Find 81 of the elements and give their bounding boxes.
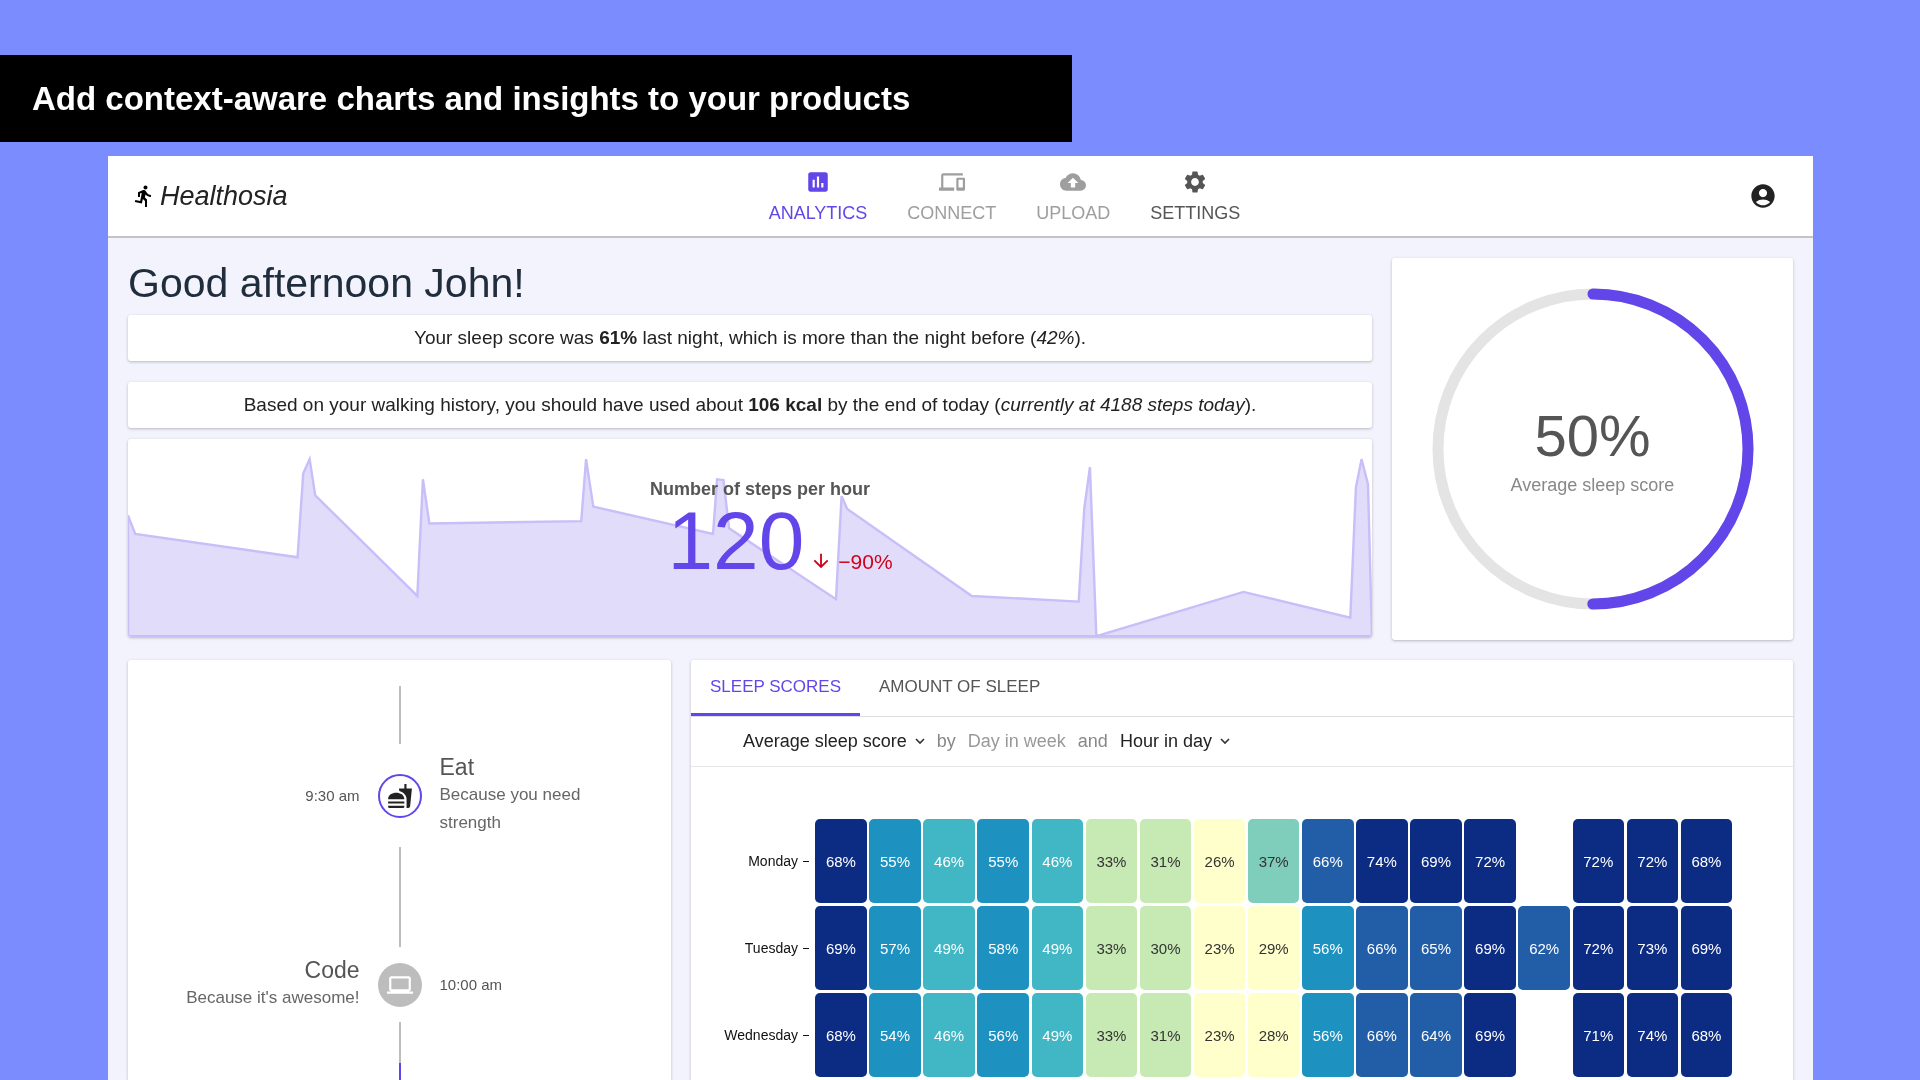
heatmap-cell: 56% — [1302, 993, 1354, 1077]
event-time: 9:30 am — [305, 787, 360, 804]
insight-text: Based on your walking history, you should have used about 106 kcal by the end of today (currently at 4188 steps today). — [243, 394, 1257, 416]
heatmap-cell: 64% — [1410, 993, 1462, 1077]
chevron-down-icon — [1219, 738, 1230, 745]
query-dropdown[interactable]: Average sleep score — [743, 731, 925, 752]
chevron-down-icon — [914, 738, 925, 745]
heatmap-cell: 33% — [1085, 906, 1138, 990]
heatmap-cell: 65% — [1410, 906, 1462, 990]
gauge-label: Average sleep score — [1510, 475, 1675, 496]
heatmap-cell: 57% — [869, 906, 921, 990]
query-connector: by — [936, 731, 956, 752]
heatmap-cell: 73% — [1626, 906, 1679, 990]
heatmap-cell: 71% — [1572, 993, 1624, 1077]
heatmap-cell: 66% — [1356, 906, 1408, 990]
gauge-value: 50% — [1534, 402, 1651, 469]
headline-banner: Add context-aware charts and insights to your products — [0, 55, 1072, 142]
heatmap-cell: 69% — [1680, 906, 1733, 990]
heatmap-cell: 69% — [1410, 819, 1462, 903]
heatmap-cell: 49% — [923, 906, 975, 990]
heatmap-cell: 26% — [1193, 819, 1246, 903]
steps-title: Number of steps per hour — [650, 479, 870, 500]
heatmap-cell: 33% — [1085, 819, 1138, 903]
query-dropdown[interactable]: Hour in day — [1119, 731, 1230, 752]
heatmap-cell: 74% — [1626, 993, 1679, 1077]
heatmap-cell: 69% — [1464, 906, 1516, 990]
query-dimension: Day in week — [967, 731, 1066, 752]
heatmap-cell: 31% — [1139, 819, 1192, 903]
heatmap-cell: 68% — [815, 819, 867, 903]
greeting-title: Good afternoon John! — [128, 260, 526, 307]
heatmap-cell: 46% — [923, 993, 975, 1077]
event-title: Code — [304, 957, 360, 984]
row-label: Tuesday — [743, 940, 798, 956]
nav-tab[interactable]: SETTINGS — [1148, 164, 1243, 228]
fast-food-icon — [386, 782, 413, 809]
heatmap-cell: 23% — [1193, 906, 1246, 990]
event-title: Eat — [439, 754, 475, 781]
event-time: 10:00 am — [439, 976, 503, 993]
heatmap-cell: 68% — [815, 993, 867, 1077]
heatmap-cell: 72% — [1464, 819, 1516, 903]
heatmap-cell: 49% — [1031, 993, 1084, 1077]
heatmap-cell: 46% — [1031, 819, 1084, 903]
row-label: Monday — [747, 853, 798, 869]
heatmap-cell: 69% — [1464, 993, 1516, 1077]
heatmap-cell: 33% — [1085, 993, 1138, 1077]
heatmap-cell: 66% — [1356, 993, 1408, 1077]
heatmap-cell: 30% — [1139, 906, 1192, 990]
heatmap-cell: 23% — [1193, 993, 1246, 1077]
insight-text: Your sleep score was 61% last night, which is more than the night before (42%). — [413, 327, 1087, 349]
heatmap-cell: 29% — [1247, 906, 1300, 990]
query-connector: and — [1077, 731, 1108, 752]
chart-tab[interactable]: AMOUNT OF SLEEP — [860, 660, 1060, 716]
heatmap-cell: 37% — [1247, 819, 1300, 903]
heatmap-cell: 49% — [1031, 906, 1084, 990]
event-description: Because you need strength — [439, 784, 582, 834]
heatmap-cell: 69% — [815, 906, 867, 990]
heatmap-cell: 54% — [869, 993, 921, 1077]
event-description: Because it's awesome! — [186, 987, 360, 1009]
heatmap-cell: 74% — [1356, 819, 1408, 903]
heatmap-cell: 66% — [1302, 819, 1354, 903]
heatmap-cell: 58% — [977, 906, 1029, 990]
nav-tab[interactable]: ANALYTICS — [766, 164, 870, 228]
heatmap-cell: 46% — [923, 819, 975, 903]
account-icon[interactable] — [1749, 182, 1777, 210]
heatmap-cell: 72% — [1572, 819, 1624, 903]
heatmap-cell: 72% — [1572, 906, 1624, 990]
heatmap-cell: 68% — [1680, 819, 1733, 903]
chart-tab[interactable]: SLEEP SCORES — [691, 660, 861, 716]
steps-value: 120 — [667, 500, 805, 582]
heatmap-cell: 55% — [977, 819, 1029, 903]
heatmap-cell: 72% — [1626, 819, 1679, 903]
heatmap-cell: 28% — [1247, 993, 1300, 1077]
row-label: Wednesday — [723, 1027, 798, 1043]
heatmap-cell: 62% — [1518, 906, 1570, 990]
heatmap-cell: 31% — [1139, 993, 1192, 1077]
heatmap-cell: 55% — [869, 819, 921, 903]
steps-change: −90% — [838, 550, 893, 574]
heatmap-cell: 56% — [1302, 906, 1354, 990]
heatmap-cell: 68% — [1680, 993, 1733, 1077]
app-logo: Healthosia — [160, 180, 288, 212]
heatmap-cell: 56% — [977, 993, 1029, 1077]
